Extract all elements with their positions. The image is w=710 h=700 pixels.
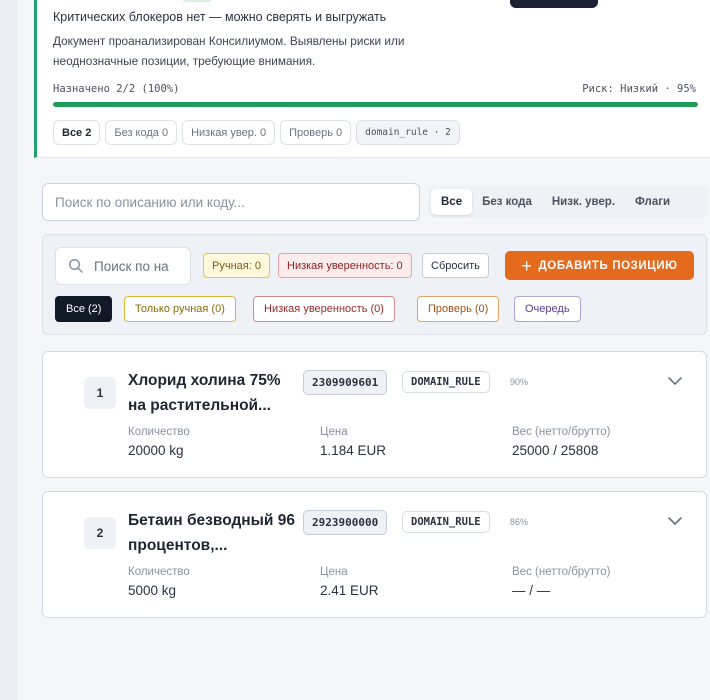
weight-label: Вес (нетто/брутто): [512, 566, 611, 578]
description-search-input[interactable]: [42, 183, 420, 221]
position-number: 2: [84, 517, 116, 549]
view-filter-tabs: Все Без кода Низк. увер. Флаги: [428, 186, 708, 218]
position-name: Бетаин безводный 96 процентов,...: [128, 512, 295, 554]
position-card[interactable]: 2 Бетаин безводный 96 процентов,... 2923…: [42, 491, 707, 618]
export-button[interactable]: [510, 0, 598, 8]
add-position-button[interactable]: + ДОБАВИТЬ ПОЗИЦИЮ: [505, 251, 694, 280]
status-pill: [181, 0, 213, 2]
manual-count-tag: Ручная: 0: [203, 253, 270, 278]
confidence-percent: 86%: [510, 517, 529, 527]
filter-chip-check[interactable]: Проверь (0): [417, 296, 500, 322]
price-label: Цена: [320, 426, 348, 438]
risk-level: Риск: Низкий · 95%: [582, 83, 696, 95]
tab-low-confidence[interactable]: Низк. увер.: [542, 189, 625, 215]
chevron-down-icon[interactable]: [667, 374, 683, 388]
rule-badge: DOMAIN_RULE: [402, 371, 490, 393]
price-label: Цена: [320, 566, 348, 578]
summary-chip-row: Все 2 Без кода 0 Низкая увер. 0 Проверь …: [53, 120, 460, 145]
price-value: 1.184 EUR: [320, 443, 387, 458]
summary-chip-all[interactable]: Все 2: [53, 120, 101, 145]
position-name: Хлорид холина 75% на растительной...: [128, 372, 281, 414]
summary-chip-domain-rule[interactable]: domain_rule · 2: [356, 120, 460, 145]
summary-chip-no-code[interactable]: Без кода 0: [105, 120, 178, 145]
weight-value: 25000 / 25808: [512, 443, 599, 458]
low-confidence-count-tag: Низкая уверенность: 0: [278, 253, 412, 278]
tab-all[interactable]: Все: [431, 189, 473, 215]
left-sidebar-strip: [0, 0, 18, 700]
position-card[interactable]: 1 Хлорид холина 75% на растительной... 2…: [42, 351, 707, 478]
tab-no-code[interactable]: Без кода: [472, 189, 542, 215]
hs-code-badge[interactable]: 2923900000: [303, 510, 388, 535]
quantity-value: 5000 kg: [128, 583, 177, 598]
price-value: 2.41 EUR: [320, 583, 379, 598]
plus-icon: +: [521, 255, 533, 276]
reset-button[interactable]: Сбросить: [422, 253, 489, 278]
tab-flags[interactable]: Флаги: [625, 189, 680, 215]
add-position-label: ДОБАВИТЬ ПОЗИЦИЮ: [538, 259, 678, 272]
filter-chip-manual-only[interactable]: Только ручная (0): [124, 296, 236, 322]
filter-chip-all[interactable]: Все (2): [55, 296, 113, 322]
weight-label: Вес (нетто/брутто): [512, 426, 611, 438]
position-number: 1: [84, 377, 116, 409]
filter-panel: Ручная: 0 Низкая уверенность: 0 Сбросить…: [42, 234, 707, 335]
confidence-percent: 90%: [510, 377, 529, 387]
summary-headline: Критических блокеров нет — можно сверять…: [53, 10, 387, 24]
quantity-value: 20000 kg: [128, 443, 184, 458]
panel-search-input[interactable]: [94, 258, 184, 274]
summary-chip-low-confidence[interactable]: Низкая увер. 0: [182, 120, 276, 145]
assigned-count: Назначено 2/2 (100%): [53, 83, 180, 95]
quantity-label: Количество: [128, 566, 190, 578]
chevron-down-icon[interactable]: [667, 514, 683, 528]
search-bar-row: Все Без кода Низк. увер. Флаги: [42, 183, 708, 221]
weight-value: — / —: [512, 583, 551, 598]
summary-chip-check[interactable]: Проверь 0: [280, 120, 352, 145]
assignment-progress-bar: [53, 102, 698, 107]
quantity-label: Количество: [128, 426, 190, 438]
summary-description: Документ проанализирован Консилиумом. Вы…: [53, 34, 405, 68]
panel-search-field[interactable]: [55, 247, 191, 285]
assignment-progress-fill: [53, 102, 698, 107]
filter-chip-queue[interactable]: Очередь: [514, 296, 581, 322]
analysis-summary-card: Критических блокеров нет — можно сверять…: [34, 0, 710, 158]
rule-badge: DOMAIN_RULE: [402, 511, 490, 533]
hs-code-badge[interactable]: 2309909601: [303, 370, 388, 395]
search-icon: [68, 258, 83, 273]
filter-chip-low-confidence[interactable]: Низкая уверенность (0): [253, 296, 395, 322]
